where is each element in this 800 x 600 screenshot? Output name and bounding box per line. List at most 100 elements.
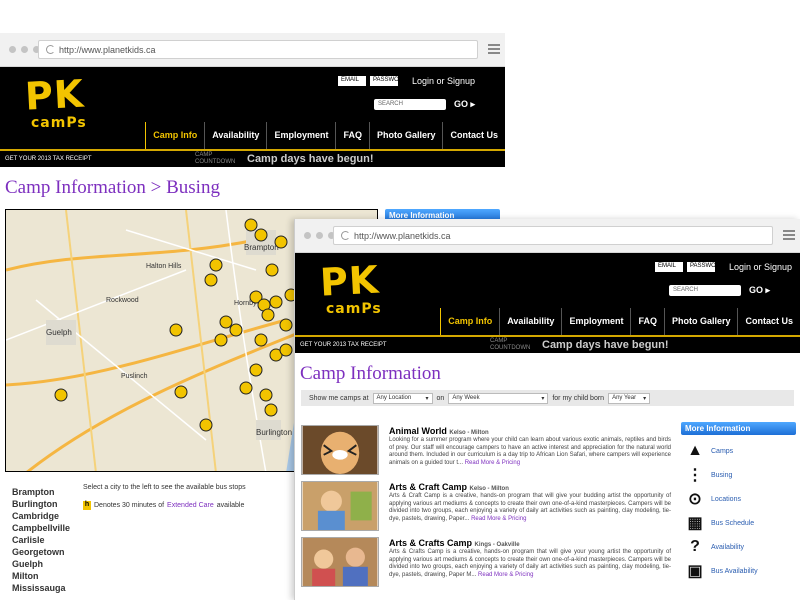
password-field-2[interactable]: PASSWO xyxy=(686,262,716,272)
more-info-sidebar: More Information ▲ Camps ⋮ Busing ⊙ Locatio… xyxy=(681,422,796,583)
password-field[interactable]: PASSWO xyxy=(369,76,399,86)
address-bar[interactable]: http://www.planetkids.ca xyxy=(38,40,478,59)
nav-employment[interactable]: Employment xyxy=(266,122,335,150)
calendar-icon: ▦ xyxy=(687,515,703,532)
nav-contact-us-2[interactable]: Contact Us xyxy=(737,308,800,336)
sidebar-item-bus-schedule[interactable]: ▦ Bus Schedule xyxy=(681,511,796,535)
search-input-2[interactable]: SEARCH xyxy=(668,285,741,296)
extended-care-link[interactable]: Extended Care xyxy=(167,502,214,509)
address-bar-2[interactable]: http://www.planetkids.ca xyxy=(333,226,773,245)
camp-thumbnail-arts-craft-milton[interactable] xyxy=(301,481,379,531)
camp-title[interactable]: Arts & Crafts Camp Kings - Oakville xyxy=(389,538,520,548)
year-select[interactable]: Any Year ▾ xyxy=(608,392,651,404)
nav-contact-us[interactable]: Contact Us xyxy=(442,122,505,150)
extended-care-suffix: available xyxy=(216,502,245,509)
read-more-link[interactable]: Read More & Pricing xyxy=(478,572,533,578)
filter-on-label: on xyxy=(436,394,445,402)
pk-camps-logo-2[interactable]: PK camPs xyxy=(318,257,382,317)
window-controls[interactable] xyxy=(9,46,40,53)
camp-title[interactable]: Arts & Craft Camp Kelso - Milton xyxy=(389,482,509,492)
tax-receipt-link-2[interactable]: GET YOUR 2013 TAX RECEIPT xyxy=(300,342,490,348)
go-button-2[interactable]: GO ▸ xyxy=(749,285,770,296)
year-select-value: Any Year xyxy=(612,395,637,401)
sidebar-item-camps[interactable]: ▲ Camps xyxy=(681,439,796,463)
sidebar-item-availability[interactable]: ? Availability xyxy=(681,535,796,559)
city-hint: Select a city to the left to see the ava… xyxy=(83,484,246,491)
window-controls-2[interactable] xyxy=(304,232,335,239)
extended-care-prefix: Denotes 30 minutes of xyxy=(94,502,165,509)
main-nav-2: Camp Info Availability Employment FAQ Ph… xyxy=(440,308,800,336)
browser-menu-icon[interactable] xyxy=(488,44,500,54)
logo-pk-text-2: PK xyxy=(318,257,381,305)
sidebar-item-label: Availability xyxy=(711,543,744,551)
login-row: EMAIL PASSWO Login or Signup xyxy=(337,76,475,86)
login-link-2[interactable]: Login or Signup xyxy=(729,262,792,272)
nav-employment-2[interactable]: Employment xyxy=(561,308,630,336)
more-information-header-2: More Information xyxy=(681,422,796,435)
city-burlington[interactable]: Burlington xyxy=(12,498,70,510)
nav-photo-gallery[interactable]: Photo Gallery xyxy=(368,122,443,150)
camp-thumbnail-animal-world[interactable] xyxy=(301,425,379,475)
bus-icon: ▣ xyxy=(687,563,703,580)
camp-thumbnail-arts-crafts-oakville[interactable] xyxy=(301,537,379,587)
city-georgetown[interactable]: Georgetown xyxy=(12,546,70,558)
countdown-banner-2: Camp days have begun! xyxy=(542,339,669,351)
nav-availability-2[interactable]: Availability xyxy=(499,308,561,336)
address-url: http://www.planetkids.ca xyxy=(59,45,156,55)
extended-care-icon: h xyxy=(83,501,91,510)
camp-listing[interactable]: Arts & Crafts Camp Kings - Oakville Arts… xyxy=(301,537,673,589)
map-pin-icon: ⊙ xyxy=(688,491,702,508)
nav-camp-info-2[interactable]: Camp Info xyxy=(440,308,499,336)
road-icon: ⋮ xyxy=(687,467,703,484)
browser-menu-icon-2[interactable] xyxy=(783,230,795,240)
nav-faq-2[interactable]: FAQ xyxy=(630,308,664,336)
sidebar-item-busing[interactable]: ⋮ Busing xyxy=(681,463,796,487)
nav-faq[interactable]: FAQ xyxy=(335,122,369,150)
email-field[interactable]: EMAIL xyxy=(337,76,366,86)
camp-location: Kings - Oakville xyxy=(474,542,520,548)
city-milton[interactable]: Milton xyxy=(12,570,70,582)
login-link[interactable]: Login or Signup xyxy=(412,76,475,86)
go-button[interactable]: GO ▸ xyxy=(454,99,475,110)
camp-desc-text: Arts & Craft Camp is a creative, hands-o… xyxy=(389,493,671,522)
city-brampton[interactable]: Brampton xyxy=(12,486,70,498)
location-select-value: Any Location xyxy=(376,395,412,401)
reload-icon-2[interactable] xyxy=(341,231,350,240)
city-carlisle[interactable]: Carlisle xyxy=(12,534,70,546)
pk-camps-logo[interactable]: PK camPs xyxy=(24,72,87,131)
reload-icon[interactable] xyxy=(46,45,55,54)
address-url-2: http://www.planetkids.ca xyxy=(354,231,451,241)
login-row-2: EMAIL PASSWO Login or Signup xyxy=(654,262,792,272)
city-guelph[interactable]: Guelph xyxy=(12,558,70,570)
header-ticker-2: GET YOUR 2013 TAX RECEIPT CAMP COUNTDOWN… xyxy=(295,337,800,353)
filter-child-label: for my child born xyxy=(552,394,605,402)
read-more-link[interactable]: Read More & Pricing xyxy=(465,460,520,466)
camp-listing[interactable]: Arts & Craft Camp Kelso - Milton Arts & … xyxy=(301,481,673,533)
city-mississauga[interactable]: Mississauga xyxy=(12,582,70,594)
map-label-rockwood: Rockwood xyxy=(106,297,139,304)
camp-listing[interactable]: Animal World Kelso - Milton Looking for … xyxy=(301,425,673,477)
sidebar-item-bus-availability[interactable]: ▣ Bus Availability xyxy=(681,559,796,583)
week-select[interactable]: Any Week ▾ xyxy=(448,392,549,404)
email-field-2[interactable]: EMAIL xyxy=(654,262,683,272)
nav-photo-gallery-2[interactable]: Photo Gallery xyxy=(663,308,738,336)
main-nav: Camp Info Availability Employment FAQ Ph… xyxy=(145,122,505,150)
nav-camp-info[interactable]: Camp Info xyxy=(145,122,204,150)
read-more-link[interactable]: Read More & Pricing xyxy=(471,516,526,522)
location-select[interactable]: Any Location ▾ xyxy=(372,392,433,404)
search-input[interactable]: SEARCH xyxy=(373,99,446,110)
nav-availability[interactable]: Availability xyxy=(204,122,266,150)
sidebar-item-label: Locations xyxy=(711,495,741,503)
camp-description: Arts & Crafts Camp is a creative, hands-… xyxy=(389,549,671,579)
tax-receipt-link[interactable]: GET YOUR 2013 TAX RECEIPT xyxy=(5,156,195,162)
camp-description: Arts & Craft Camp is a creative, hands-o… xyxy=(389,493,671,523)
sidebar-item-locations[interactable]: ⊙ Locations xyxy=(681,487,796,511)
map-label-guelph: Guelph xyxy=(46,328,72,337)
city-cambridge[interactable]: Cambridge xyxy=(12,510,70,522)
camp-title[interactable]: Animal World Kelso - Milton xyxy=(389,426,489,436)
search-row-2: SEARCH GO ▸ xyxy=(668,285,770,296)
tent-icon: ▲ xyxy=(687,442,703,459)
site-header: PK camPs EMAIL PASSWO Login or Signup SE… xyxy=(0,67,505,167)
city-campbellville[interactable]: Campbellville xyxy=(12,522,70,534)
camp-location: Kelso - Milton xyxy=(469,486,509,492)
